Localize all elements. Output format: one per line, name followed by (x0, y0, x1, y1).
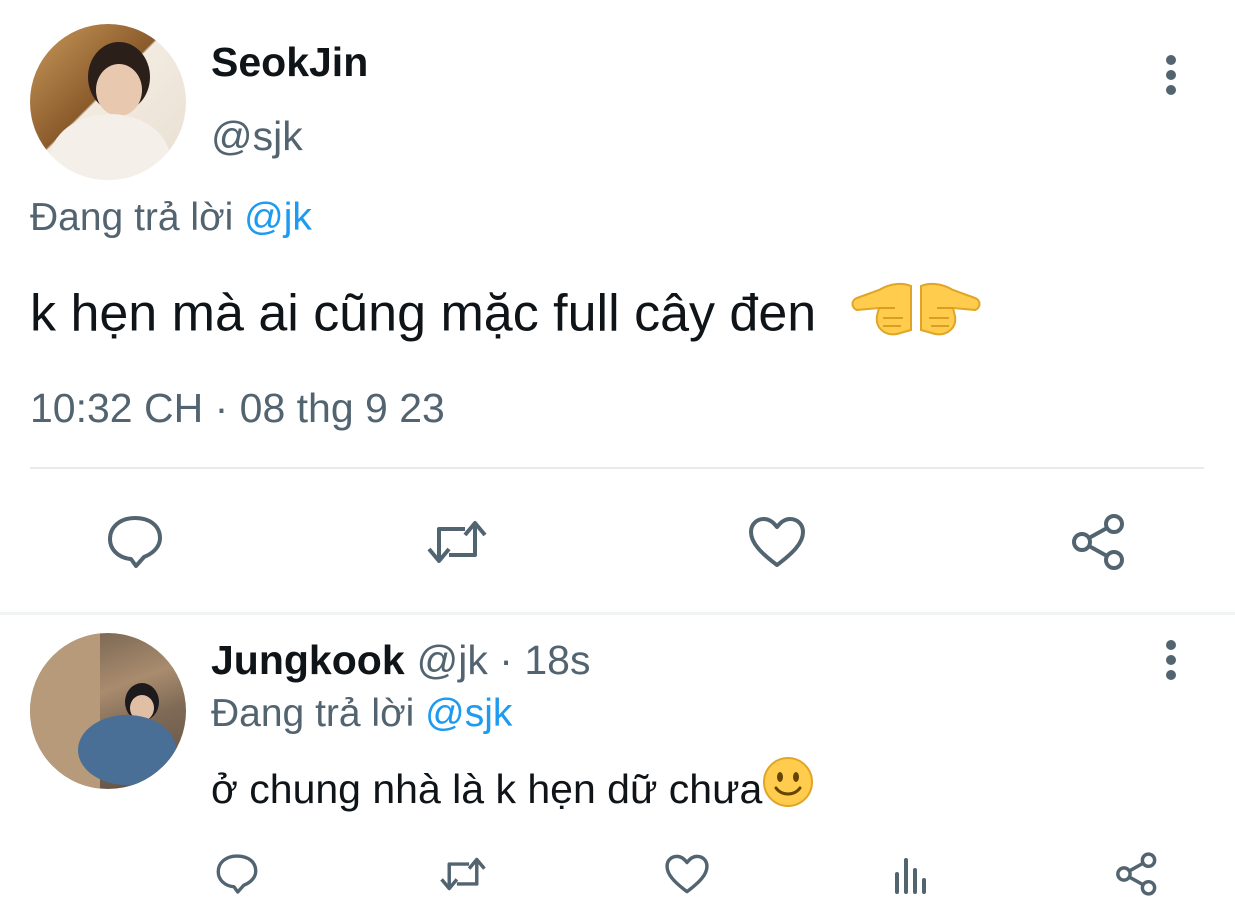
reply-tweet-text: ở chung nhà là k hẹn dữ chưa (211, 757, 814, 824)
like-icon (749, 517, 805, 567)
retweet-button[interactable] (420, 510, 494, 574)
author-avatar-seokjin[interactable] (30, 24, 186, 180)
tweet-separator (0, 612, 1235, 615)
reply-reply-button[interactable] (212, 850, 262, 898)
replying-to-label: Đang trả lời (30, 196, 234, 239)
like-button[interactable] (744, 510, 810, 574)
tweet-text-body: k hẹn mà ai cũng mặc full cây đen (30, 284, 817, 343)
reply-replying-to-line: Đang trả lời @sjk (211, 690, 512, 738)
author-handle[interactable]: @sjk (211, 112, 303, 160)
reply-replying-to-label: Đang trả lời (211, 692, 415, 735)
reply-share-button[interactable] (1112, 850, 1162, 898)
reply-icon (216, 854, 258, 894)
replying-to-mention[interactable]: @jk (244, 196, 312, 239)
tweet-text: k hẹn mà ai cũng mặc full cây đen (30, 276, 983, 358)
reply-author-name[interactable]: Jungkook (211, 637, 405, 683)
reply-author-handle[interactable]: @jk (417, 637, 488, 683)
share-button[interactable] (1066, 510, 1132, 574)
reply-replying-to-mention[interactable]: @sjk (425, 692, 512, 735)
share-icon (1116, 852, 1157, 896)
like-icon (665, 854, 709, 894)
reply-retweet-button[interactable] (434, 850, 492, 898)
reply-like-button[interactable] (662, 850, 712, 898)
share-icon (1072, 514, 1124, 570)
retweet-icon (427, 521, 487, 563)
reply-time-ago[interactable]: 18s (524, 637, 590, 683)
reply-header: Jungkook @jk · 18s (211, 634, 590, 686)
reply-more-options-icon[interactable] (1164, 640, 1178, 682)
author-avatar-jungkook[interactable] (30, 633, 186, 789)
divider (30, 467, 1204, 469)
author-name[interactable]: SeokJin (211, 38, 368, 86)
reply-text-body: ở chung nhà là k hẹn dữ chưa (211, 765, 763, 812)
reply-views-button[interactable] (888, 850, 934, 898)
tweet-timestamp[interactable]: 10:32 CH · 08 thg 9 23 (30, 384, 445, 432)
reply-button[interactable] (100, 510, 170, 574)
retweet-icon (440, 857, 486, 891)
more-options-icon[interactable] (1164, 55, 1178, 97)
smiling-face-emoji (762, 756, 814, 820)
replying-to-line: Đang trả lời @jk (30, 194, 312, 242)
reply-icon (108, 516, 162, 568)
views-icon (895, 858, 926, 894)
pointing-hands-emoji (849, 272, 983, 354)
meta-separator: · (499, 637, 513, 683)
